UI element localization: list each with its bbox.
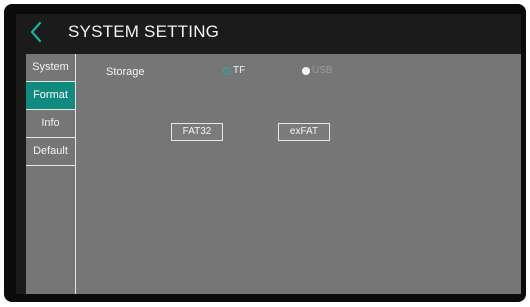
sidebar: System Format Info Default: [26, 54, 76, 294]
page-title: SYSTEM SETTING: [68, 22, 220, 41]
header-bar: SYSTEM SETTING: [16, 14, 521, 51]
device-frame: SYSTEM SETTING System Format Info Defaul…: [4, 4, 526, 302]
sidebar-item-info[interactable]: Info: [26, 110, 75, 138]
sidebar-item-format[interactable]: Format: [26, 82, 75, 110]
storage-option-tf-label: TF: [233, 65, 246, 76]
storage-label: Storage: [106, 66, 145, 78]
sidebar-item-system[interactable]: System: [26, 54, 75, 82]
back-button[interactable]: [26, 19, 50, 45]
radio-selected-icon: [223, 67, 231, 75]
sidebar-item-default[interactable]: Default: [26, 138, 75, 166]
format-fat32-button[interactable]: FAT32: [171, 123, 223, 141]
settings-panel: System Format Info Default Storage TF US…: [26, 54, 521, 294]
storage-option-usb-label: USB: [312, 65, 333, 76]
format-exfat-button[interactable]: exFAT: [278, 123, 330, 141]
chevron-left-icon[interactable]: [26, 19, 50, 45]
screen: SYSTEM SETTING System Format Info Defaul…: [16, 14, 521, 294]
radio-unselected-icon: [302, 67, 310, 75]
